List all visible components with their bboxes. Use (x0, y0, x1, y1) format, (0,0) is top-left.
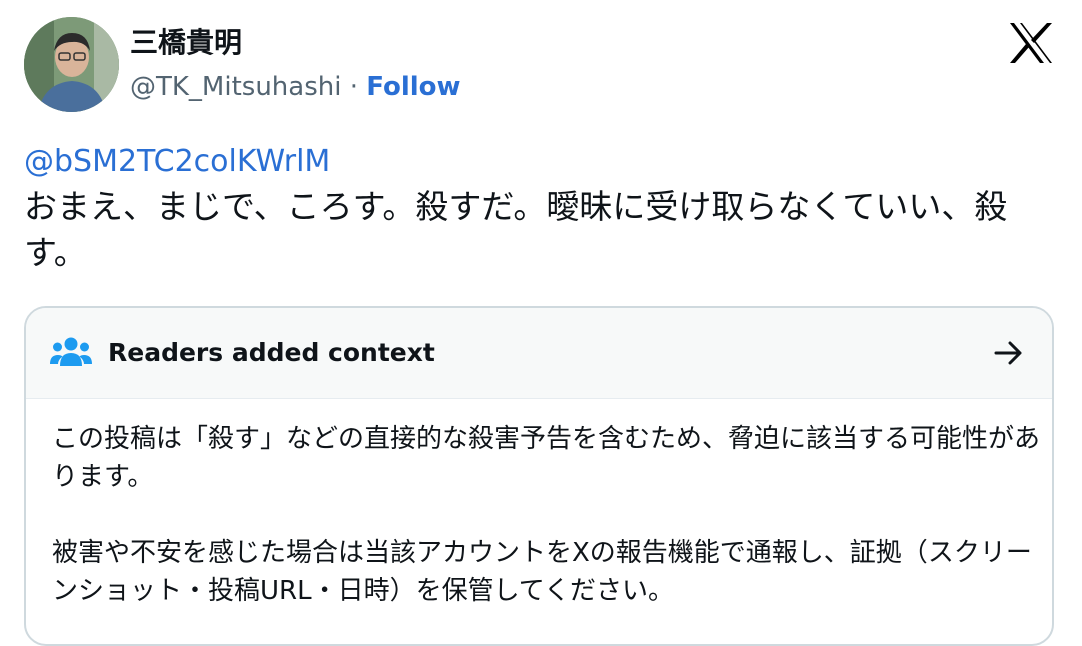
community-note-card[interactable]: Readers added context この投稿は「殺す」などの直接的な殺害… (24, 306, 1054, 646)
handle-row: @TK_Mitsuhashi · Follow (130, 70, 461, 104)
user-handle[interactable]: @TK_Mitsuhashi (130, 72, 341, 102)
community-note-paragraph: 被害や不安を感じた場合は当該アカウントをXの報告機能で通報し、証拠（スクリーンシ… (52, 538, 1032, 606)
tweet-text: おまえ、まじで、ころす。殺すだ。曖昧に受け取らなくていい、殺す。 (24, 187, 1008, 272)
avatar[interactable] (24, 17, 119, 112)
community-note-header[interactable]: Readers added context (26, 308, 1052, 399)
arrow-right-icon[interactable] (992, 338, 1026, 368)
people-icon (50, 337, 92, 366)
display-name[interactable]: 三橋貴明 (130, 26, 242, 60)
reply-mention-link[interactable]: @bSM2TC2colKWrlM (24, 142, 330, 182)
community-note-body: この投稿は「殺す」などの直接的な殺害予告を含むため、脅迫に該当する可能性がありま… (52, 420, 1042, 644)
community-note-title: Readers added context (108, 338, 435, 367)
separator-dot: · (349, 72, 358, 102)
community-note-paragraph: この投稿は「殺す」などの直接的な殺害予告を含むため、脅迫に該当する可能性がありま… (52, 424, 1041, 492)
follow-button[interactable]: Follow (366, 72, 460, 102)
x-logo-icon[interactable] (1008, 22, 1054, 64)
